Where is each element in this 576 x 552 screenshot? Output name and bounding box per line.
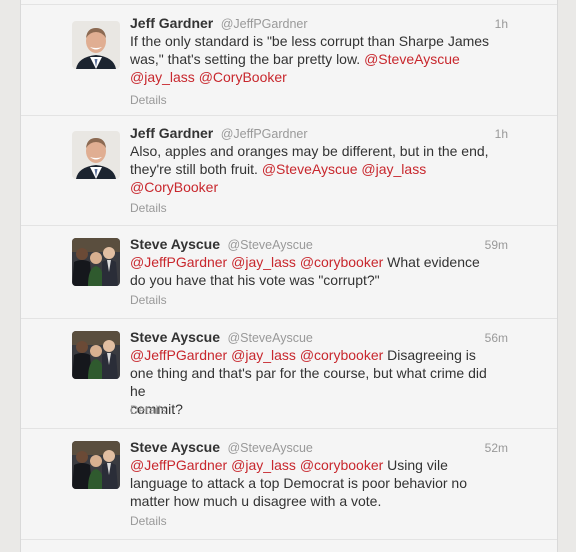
tweet-text-line: Also, apples and oranges may be differen… [130, 142, 505, 160]
tweet-text-line: @CoryBooker [130, 178, 505, 196]
tweet-text-segment: they're still both fruit. [130, 161, 262, 177]
tweet-text-line: @JeffPGardner @jay_lass @corybooker Disa… [130, 346, 505, 364]
author-handle[interactable]: @JeffPGardner [221, 127, 308, 141]
tweet-timestamp[interactable]: 52m [485, 439, 508, 457]
tweet[interactable]: Jeff Gardner @JeffPGardner 1h Also, appl… [21, 115, 557, 226]
tweet-text: @JeffPGardner @jay_lass @corybooker Disa… [130, 346, 505, 418]
tweet-header: Steve Ayscue @SteveAyscue [130, 235, 509, 254]
tweet-text-line: @JeffPGardner @jay_lass @corybooker What… [130, 253, 505, 271]
mention-link[interactable]: @corybooker [300, 254, 383, 270]
tweet-text-line: was," that's setting the bar pretty low.… [130, 50, 505, 68]
steve-ayscue-avatar[interactable] [72, 238, 120, 286]
jeff-gardner-avatar[interactable] [72, 131, 120, 179]
mention-link[interactable]: @CoryBooker [130, 179, 218, 195]
details-link[interactable]: Details [130, 200, 167, 216]
mention-link[interactable]: @JeffPGardner [130, 457, 227, 473]
mention-link[interactable]: @SteveAyscue [364, 51, 460, 67]
author-handle[interactable]: @JeffPGardner [221, 17, 308, 31]
mention-link[interactable]: @jay_lass [231, 347, 296, 363]
tweet-timestamp[interactable]: 1h [495, 15, 508, 33]
tweet-text-line: commit? [130, 400, 505, 418]
tweet[interactable]: Steve Ayscue @SteveAyscue 52m @JeffPGard… [21, 429, 557, 540]
mention-link[interactable]: @SteveAyscue [262, 161, 358, 177]
tweet-text: If the only standard is "be less corrupt… [130, 32, 505, 86]
tweet-timestamp[interactable]: 56m [485, 329, 508, 347]
mention-link[interactable]: @JeffPGardner [130, 254, 227, 270]
tweet-text-segment: one thing and that's par for the course,… [130, 365, 487, 399]
details-link[interactable]: Details [130, 402, 167, 418]
author-name[interactable]: Steve Ayscue [130, 329, 220, 345]
details-link[interactable]: Details [130, 513, 167, 529]
mention-link[interactable]: @corybooker [300, 347, 383, 363]
tweet-header: Steve Ayscue @SteveAyscue [130, 438, 509, 457]
tweet-text-segment: Disagreeing is [383, 347, 476, 363]
mention-link[interactable]: @jay_lass [231, 254, 296, 270]
mention-link[interactable]: @jay_lass [130, 69, 195, 85]
tweet-text-line: one thing and that's par for the course,… [130, 364, 505, 400]
tweet-text-segment: language to attack a top Democrat is poo… [130, 475, 467, 491]
tweet-text-line: matter how much u disagree with a vote. [130, 492, 505, 510]
tweet-text-line: do you have that his vote was "corrupt?" [130, 271, 505, 289]
tweet-text-segment: matter how much u disagree with a vote. [130, 493, 382, 509]
tweet-timeline: Jeff Gardner @JeffPGardner 1h If the onl… [20, 0, 558, 552]
tweet-header: Jeff Gardner @JeffPGardner [130, 124, 509, 143]
steve-ayscue-avatar[interactable] [72, 441, 120, 489]
details-link[interactable]: Details [130, 92, 167, 108]
mention-link[interactable]: @jay_lass [231, 457, 296, 473]
author-handle[interactable]: @SteveAyscue [227, 238, 312, 252]
tweet-text-segment: If the only standard is "be less corrupt… [130, 33, 490, 49]
tweet[interactable]: Steve Ayscue @SteveAyscue 56m @JeffPGard… [21, 319, 557, 429]
tweet-text: @JeffPGardner @jay_lass @corybooker Usin… [130, 456, 505, 510]
tweet-text-segment: Using vile [383, 457, 448, 473]
mention-link[interactable]: @jay_lass [361, 161, 426, 177]
tweet-header: Jeff Gardner @JeffPGardner [130, 14, 509, 33]
tweet[interactable]: Steve Ayscue @SteveAyscue 59m @JeffPGard… [21, 226, 557, 319]
tweet-text-segment: do you have that his vote was "corrupt?" [130, 272, 380, 288]
author-name[interactable]: Steve Ayscue [130, 236, 220, 252]
tweet-timestamp[interactable]: 1h [495, 125, 508, 143]
tweet-text: Also, apples and oranges may be differen… [130, 142, 505, 196]
tweet-text: @JeffPGardner @jay_lass @corybooker What… [130, 253, 505, 289]
author-handle[interactable]: @SteveAyscue [227, 441, 312, 455]
tweet-text-segment: Also, apples and oranges may be differen… [130, 143, 489, 159]
author-name[interactable]: Jeff Gardner [130, 15, 213, 31]
tweet-text-line: @JeffPGardner @jay_lass @corybooker Usin… [130, 456, 505, 474]
tweet-text-line: @jay_lass @CoryBooker [130, 68, 505, 86]
author-name[interactable]: Jeff Gardner [130, 125, 213, 141]
mention-link[interactable]: @JeffPGardner [130, 347, 227, 363]
details-link[interactable]: Details [130, 292, 167, 308]
mention-link[interactable]: @CoryBooker [199, 69, 287, 85]
tweet-timestamp[interactable]: 59m [485, 236, 508, 254]
tweet-text-line: language to attack a top Democrat is poo… [130, 474, 505, 492]
tweet-text-line: they're still both fruit. @SteveAyscue @… [130, 160, 505, 178]
author-handle[interactable]: @SteveAyscue [227, 331, 312, 345]
mention-link[interactable]: @corybooker [300, 457, 383, 473]
jeff-gardner-avatar[interactable] [72, 21, 120, 69]
tweet-text-line: If the only standard is "be less corrupt… [130, 32, 505, 50]
tweet-text-segment: What evidence [383, 254, 480, 270]
tweet-text-segment: was," that's setting the bar pretty low. [130, 51, 365, 67]
author-name[interactable]: Steve Ayscue [130, 439, 220, 455]
tweet[interactable]: Jeff Gardner @JeffPGardner 1h If the onl… [21, 4, 557, 116]
steve-ayscue-avatar[interactable] [72, 331, 120, 379]
tweet-header: Steve Ayscue @SteveAyscue [130, 328, 509, 347]
